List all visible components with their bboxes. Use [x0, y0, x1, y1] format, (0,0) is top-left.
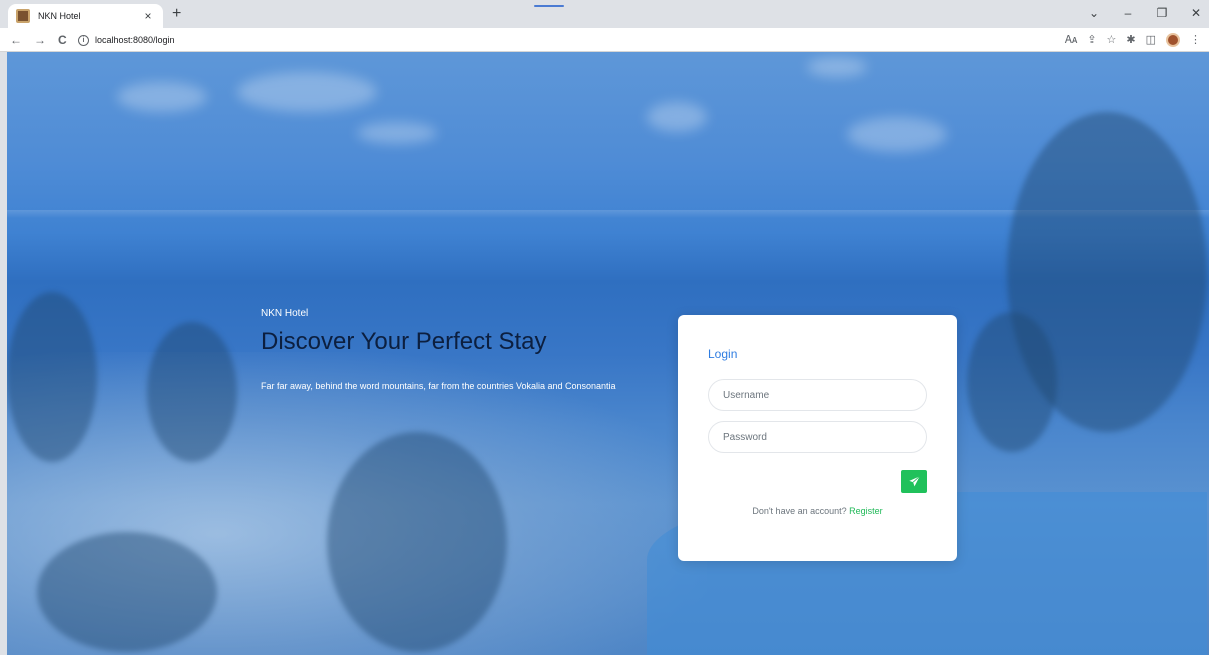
register-prompt: Don't have an account? Register	[678, 506, 957, 516]
profile-icon[interactable]	[1166, 33, 1180, 47]
close-window-button[interactable]: ✕	[1189, 4, 1203, 22]
palm-tree	[147, 322, 237, 462]
hero-subtitle: Far far away, behind the word mountains,…	[261, 381, 616, 391]
reload-icon[interactable]: C	[58, 31, 67, 49]
register-link[interactable]: Register	[849, 506, 883, 516]
forward-arrow-icon[interactable]: →	[34, 31, 46, 49]
tab-title: NKN Hotel	[38, 11, 81, 21]
cloud-decoration	[357, 122, 437, 144]
favicon-icon	[16, 9, 30, 23]
hero-brand: NKN Hotel	[261, 308, 309, 319]
translate-icon[interactable]: 🗛	[1065, 30, 1077, 50]
cloud-decoration	[647, 102, 707, 132]
cloud-decoration	[847, 117, 947, 152]
palm-tree	[37, 532, 217, 652]
window-controls: ⌄ – ❐ ✕	[1087, 4, 1203, 22]
palm-tree	[967, 312, 1057, 452]
menu-icon[interactable]: ⋮	[1190, 30, 1201, 50]
tab-close-icon[interactable]: ×	[141, 10, 155, 22]
browser-tab-bar: NKN Hotel × + ⌄ – ❐ ✕	[0, 0, 1209, 28]
paper-plane-icon	[908, 476, 920, 487]
tab-search-icon[interactable]: ⌄	[1087, 4, 1101, 22]
username-field[interactable]	[708, 379, 927, 411]
cloud-decoration	[117, 82, 207, 112]
address-bar: ← → C i localhost:8080/login 🗛 ⇪ ☆ ✱ ◫ ⋮	[0, 28, 1209, 52]
login-heading: Login	[708, 347, 738, 361]
login-page-background: NKN Hotel Discover Your Perfect Stay Far…	[7, 52, 1209, 655]
star-icon[interactable]: ☆	[1107, 30, 1117, 50]
minimize-button[interactable]: –	[1121, 4, 1135, 22]
cloud-decoration	[237, 72, 377, 112]
tab-drag-indicator	[534, 5, 564, 7]
sidebar-icon[interactable]: ◫	[1146, 30, 1156, 50]
back-arrow-icon[interactable]: ←	[10, 31, 22, 49]
login-submit-button[interactable]	[901, 470, 927, 493]
url-text[interactable]: localhost:8080/login	[95, 35, 175, 45]
site-info-icon[interactable]: i	[78, 34, 89, 46]
new-tab-button[interactable]: +	[172, 5, 181, 23]
share-icon[interactable]: ⇪	[1087, 30, 1096, 50]
hero-title: Discover Your Perfect Stay	[261, 328, 547, 355]
password-field[interactable]	[708, 421, 927, 453]
no-account-text: Don't have an account?	[752, 506, 847, 516]
tab-nkn-hotel[interactable]: NKN Hotel ×	[8, 4, 163, 28]
cloud-decoration	[807, 57, 867, 77]
url-field[interactable]: i localhost:8080/login	[78, 31, 175, 49]
extensions-icon[interactable]: ✱	[1126, 30, 1135, 50]
login-card: Login Don't have an account? Register	[678, 315, 957, 561]
palm-tree	[327, 432, 507, 652]
restore-button[interactable]: ❐	[1155, 4, 1169, 22]
toolbar-icons: 🗛 ⇪ ☆ ✱ ◫ ⋮	[1065, 30, 1201, 50]
palm-tree	[7, 292, 97, 462]
